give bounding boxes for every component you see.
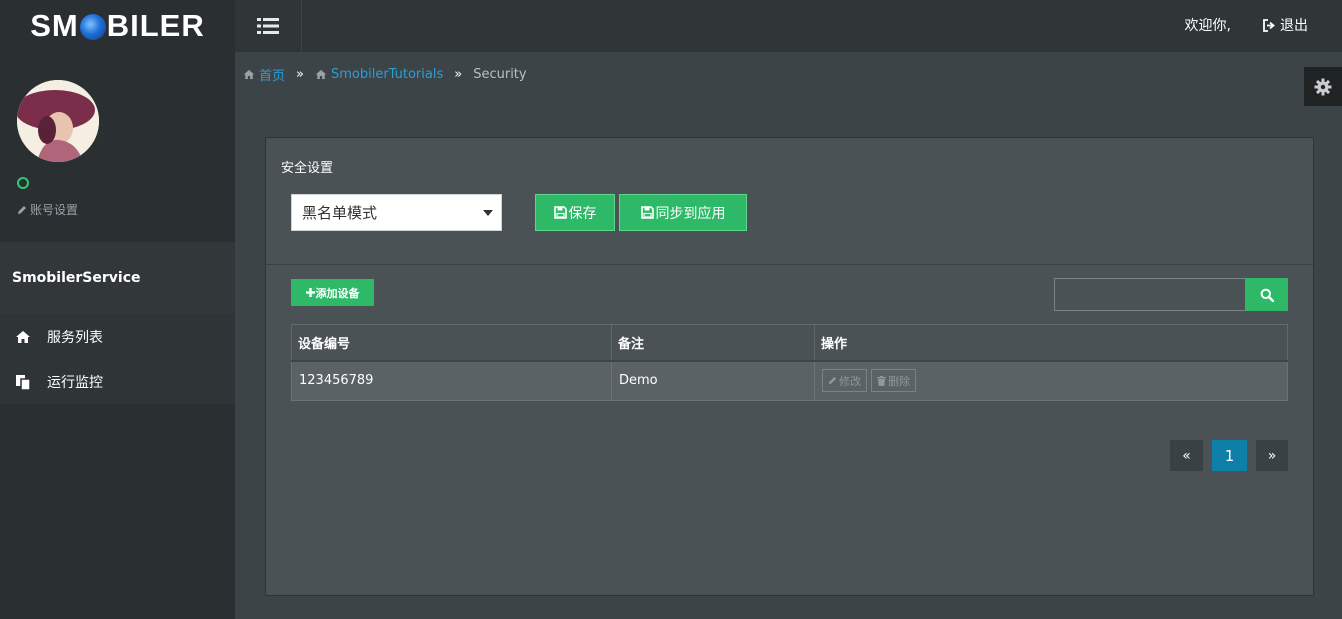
column-header-note[interactable]: 备注 — [611, 324, 815, 361]
logo-o-icon — [79, 14, 106, 40]
mode-select[interactable]: 黑名单模式 — [291, 194, 502, 231]
sidebar-item-service-list[interactable]: 服务列表 — [0, 314, 235, 359]
pagination-prev-button[interactable]: « — [1170, 440, 1203, 471]
logout-label: 退出 — [1280, 18, 1308, 34]
column-header-device-id[interactable]: 设备编号 — [291, 324, 612, 361]
avatar-image — [17, 80, 99, 162]
sync-label: 同步到应用 — [655, 205, 726, 222]
pencil-icon — [18, 205, 26, 214]
service-name: SmobilerService — [0, 242, 235, 314]
home-icon — [243, 70, 255, 79]
account-settings-label: 账号设置 — [30, 203, 79, 217]
breadcrumb-home[interactable]: 首页 — [243, 65, 285, 84]
pagination-next-button[interactable]: » — [1256, 440, 1288, 471]
brand-logo[interactable]: SM BILER — [0, 0, 235, 52]
column-header-actions: 操作 — [814, 324, 1288, 361]
sidebar: 账号设置 SmobilerService 服务列表 运行监控 — [0, 52, 235, 619]
table-header-row: 设备编号 备注 操作 — [291, 324, 1288, 361]
list-icon — [257, 18, 279, 34]
breadcrumb-separator: » — [296, 67, 304, 82]
table-row: 123456789 Demo 修改 删除 — [291, 359, 1288, 401]
breadcrumb-project-label: SmobilerTutorials — [330, 67, 444, 82]
breadcrumb-current: Security — [473, 67, 527, 82]
avatar[interactable] — [17, 80, 99, 162]
pencil-icon — [828, 377, 837, 385]
sync-to-app-button[interactable]: 同步到应用 — [619, 194, 747, 231]
cell-note: Demo — [611, 359, 815, 401]
save-label: 保存 — [568, 205, 597, 222]
trash-icon — [877, 375, 887, 386]
sidebar-nav: 服务列表 运行监控 — [0, 314, 235, 404]
add-device-button[interactable]: 添加设备 — [291, 279, 374, 306]
search-icon — [1260, 288, 1274, 302]
profile-section: 账号设置 — [0, 52, 235, 242]
floppy-icon — [640, 206, 654, 219]
save-button[interactable]: 保存 — [535, 194, 615, 231]
breadcrumb-home-label: 首页 — [259, 69, 286, 84]
brand-name-right: BILER — [106, 8, 205, 43]
floppy-icon — [553, 206, 567, 219]
search-button[interactable] — [1245, 278, 1288, 311]
breadcrumb: 首页 » SmobilerTutorials » Security — [243, 65, 527, 84]
logout-button[interactable]: 退出 — [1263, 15, 1308, 35]
pagination-page-1[interactable]: 1 — [1212, 440, 1247, 471]
sidebar-item-monitor[interactable]: 运行监控 — [0, 359, 235, 404]
sidebar-item-label: 运行监控 — [47, 374, 103, 391]
account-settings-link[interactable]: 账号设置 — [17, 201, 78, 218]
sign-out-icon — [1263, 18, 1275, 32]
brand-wordmark: SM BILER — [30, 8, 205, 44]
delete-button[interactable]: 删除 — [871, 369, 917, 393]
copy-icon — [15, 374, 47, 390]
mode-select-value: 黑名单模式 — [302, 204, 378, 222]
breadcrumb-project[interactable]: SmobilerTutorials — [315, 67, 443, 82]
home-icon — [15, 330, 47, 344]
add-device-label: 添加设备 — [315, 286, 360, 300]
breadcrumb-separator: » — [454, 67, 463, 82]
brand-name-left: SM — [30, 8, 79, 43]
panel-title: 安全设置 — [281, 161, 334, 176]
delete-label: 删除 — [888, 374, 911, 388]
top-bar: SM BILER 欢迎你, 退出 — [0, 0, 1342, 52]
search-input[interactable] — [1054, 278, 1246, 311]
caret-down-icon — [483, 210, 493, 216]
home-icon — [315, 70, 327, 79]
security-panel: 安全设置 黑名单模式 保存 同步到应用 添加设备 设备编号 备注 操作 1234… — [265, 137, 1314, 596]
gear-icon — [1314, 78, 1332, 95]
device-table: 设备编号 备注 操作 123456789 Demo 修改 删除 — [291, 324, 1288, 401]
cell-actions: 修改 删除 — [814, 359, 1288, 401]
edit-label: 修改 — [839, 374, 861, 388]
panel-divider — [266, 264, 1313, 265]
settings-button[interactable] — [1304, 67, 1342, 106]
cell-device-id: 123456789 — [291, 359, 612, 401]
welcome-text: 欢迎你, — [1184, 18, 1231, 34]
menu-toggle-button[interactable] — [235, 0, 302, 52]
online-status-icon — [17, 177, 29, 189]
plus-icon — [305, 288, 315, 297]
sidebar-item-label: 服务列表 — [47, 329, 103, 346]
edit-button[interactable]: 修改 — [822, 369, 867, 393]
